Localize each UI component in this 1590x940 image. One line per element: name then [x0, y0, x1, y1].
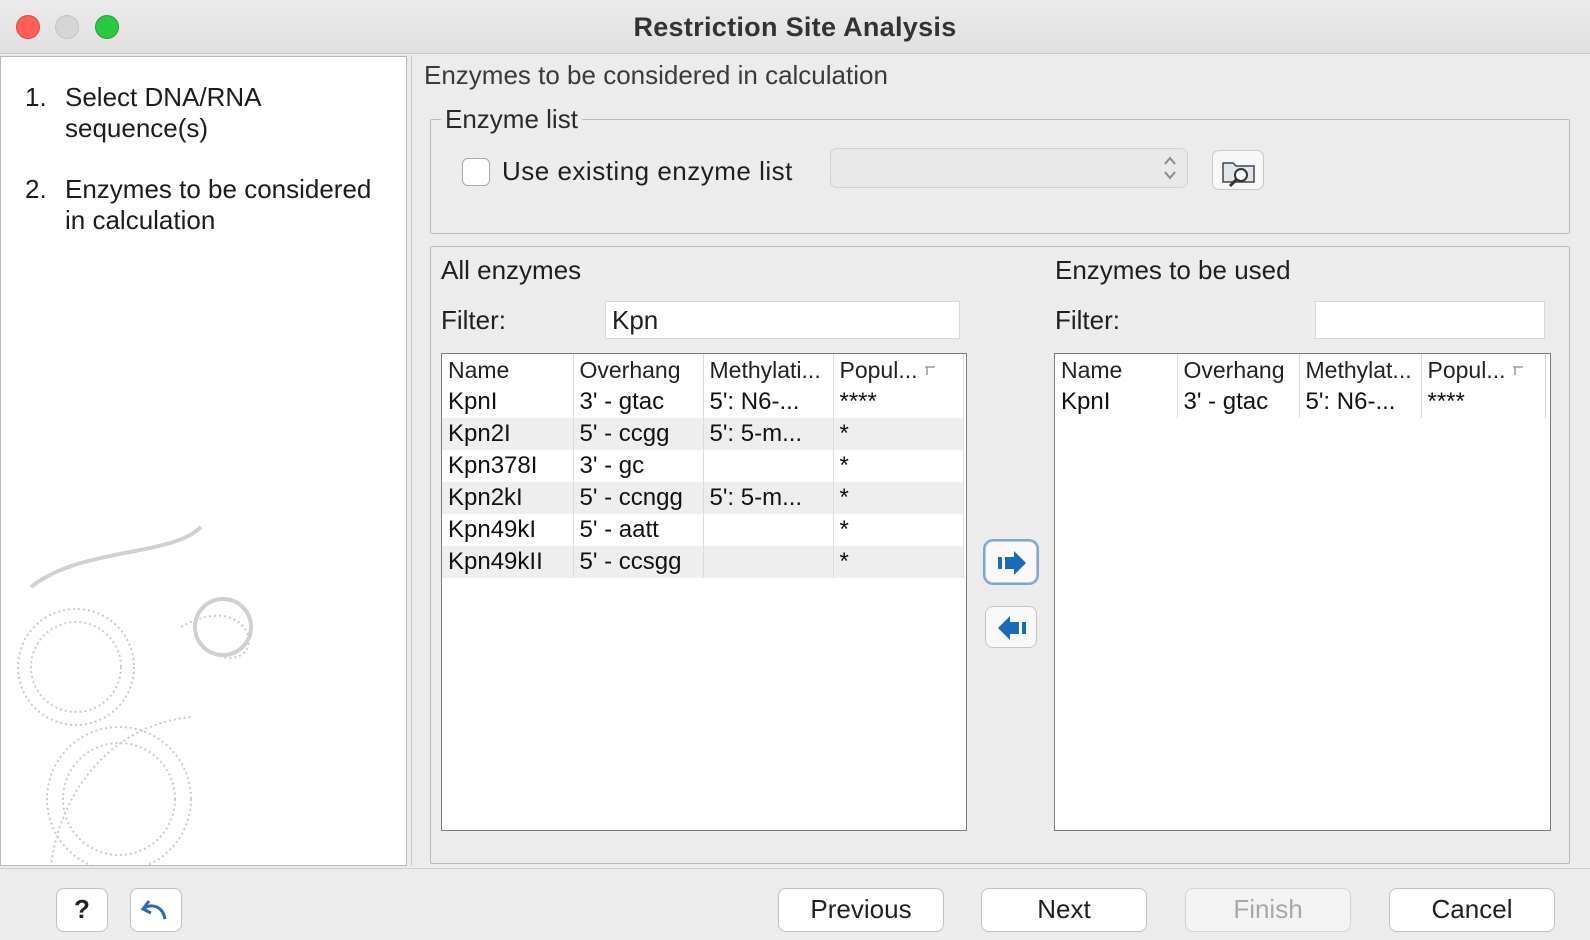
- table-row[interactable]: Kpn2kI 5' - ccngg 5': 5-m... *: [442, 482, 964, 514]
- table-header-row: Name Overhang Methylat... Popul...: [1055, 354, 1546, 386]
- column-header-methylation[interactable]: Methylati...: [703, 354, 834, 386]
- column-header-name[interactable]: Name: [1055, 354, 1178, 386]
- section-title: Enzymes to be considered in calculation: [424, 60, 888, 90]
- popularity-cell: ****: [1421, 386, 1546, 418]
- step-label: Select DNA/RNA sequence(s): [65, 82, 261, 143]
- enzymes-used-title: Enzymes to be used: [1055, 255, 1291, 285]
- table-header-row: Name Overhang Methylati... Popul...: [442, 354, 964, 386]
- help-button[interactable]: ?: [56, 888, 108, 932]
- maximize-window-button[interactable]: [95, 15, 119, 39]
- wizard-steps-panel: 1. Select DNA/RNA sequence(s) 2. Enzymes…: [0, 56, 407, 866]
- enzymes-used-filter-input[interactable]: [1315, 301, 1545, 339]
- enzyme-list-legend: Enzyme list: [445, 104, 578, 134]
- methylation-cell: 5': 5-m...: [703, 418, 834, 450]
- column-header-overhang[interactable]: Overhang: [573, 354, 704, 386]
- enzyme-name-cell: Kpn2kI: [442, 482, 574, 514]
- methylation-cell: [703, 514, 834, 546]
- footer-bar: ? Previous Next Finish Cancel: [0, 868, 1590, 940]
- step-label: Enzymes to be considered in calculation: [65, 174, 372, 235]
- title-bar: Restriction Site Analysis: [0, 0, 1590, 54]
- previous-button[interactable]: Previous: [778, 888, 944, 932]
- sort-descending-icon: [924, 366, 935, 376]
- popularity-cell: ****: [833, 386, 964, 418]
- next-button[interactable]: Next: [981, 888, 1147, 932]
- sort-descending-icon: [1512, 366, 1523, 376]
- all-enzymes-title: All enzymes: [441, 255, 582, 285]
- popularity-cell: *: [833, 514, 964, 546]
- wizard-step-1: 1. Select DNA/RNA sequence(s): [25, 82, 395, 144]
- add-enzyme-button[interactable]: [985, 541, 1037, 583]
- minimize-window-button[interactable]: [55, 15, 79, 39]
- enzyme-name-cell: Kpn49kI: [442, 514, 574, 546]
- enzyme-name-cell: KpnI: [442, 386, 574, 418]
- column-header-popularity-label: Popul...: [839, 356, 918, 383]
- overhang-cell: 5' - aatt: [573, 514, 704, 546]
- use-existing-list-checkbox[interactable]: [462, 158, 490, 186]
- finish-button[interactable]: Finish: [1185, 888, 1351, 932]
- overhang-cell: 5' - ccsgg: [573, 546, 704, 578]
- overhang-cell: 5' - ccngg: [573, 482, 704, 514]
- folder-search-icon: [1222, 162, 1255, 188]
- popularity-cell: *: [833, 450, 964, 482]
- enzymes-used-table[interactable]: Name Overhang Methylat... Popul... KpnI …: [1054, 353, 1551, 831]
- chevron-up-down-icon: [1164, 156, 1176, 180]
- column-header-popularity[interactable]: Popul...: [833, 354, 964, 386]
- table-row[interactable]: Kpn2I 5' - ccgg 5': 5-m... *: [442, 418, 964, 450]
- table-row[interactable]: Kpn49kII 5' - ccsgg *: [442, 546, 964, 578]
- step-number: 2.: [25, 174, 47, 204]
- dna-swirl-watermark-icon: [17, 525, 253, 865]
- undo-arrow-icon: [140, 900, 167, 920]
- overhang-cell: 3' - gc: [573, 450, 704, 482]
- column-header-popularity[interactable]: Popul...: [1421, 354, 1546, 386]
- methylation-cell: 5': N6-...: [1299, 386, 1422, 418]
- cancel-button[interactable]: Cancel: [1389, 888, 1555, 932]
- methylation-cell: 5': 5-m...: [703, 482, 834, 514]
- all-enzymes-filter-input[interactable]: [605, 301, 960, 339]
- arrow-left-icon: [998, 616, 1026, 640]
- methylation-cell: [703, 546, 834, 578]
- table-row[interactable]: Kpn49kI 5' - aatt *: [442, 514, 964, 546]
- overhang-cell: 3' - gtac: [573, 386, 704, 418]
- column-header-overhang[interactable]: Overhang: [1177, 354, 1300, 386]
- enzyme-name-cell: Kpn378I: [442, 450, 574, 482]
- use-existing-list-label[interactable]: Use existing enzyme list: [502, 156, 793, 187]
- enzyme-name-cell: KpnI: [1055, 386, 1178, 418]
- all-enzymes-filter-label: Filter:: [441, 305, 506, 335]
- enzymes-used-filter-label: Filter:: [1055, 305, 1120, 335]
- enzyme-list-select[interactable]: [830, 148, 1188, 188]
- methylation-cell: [703, 450, 834, 482]
- main-panel: Enzymes to be considered in calculation …: [411, 56, 1590, 866]
- enzyme-name-cell: Kpn2I: [442, 418, 574, 450]
- overhang-cell: 3' - gtac: [1177, 386, 1300, 418]
- enzyme-name-cell: Kpn49kII: [442, 546, 574, 578]
- overhang-cell: 5' - ccgg: [573, 418, 704, 450]
- table-row[interactable]: KpnI 3' - gtac 5': N6-... ****: [442, 386, 964, 418]
- table-row[interactable]: KpnI 3' - gtac 5': N6-... ****: [1055, 386, 1546, 418]
- popularity-cell: *: [833, 546, 964, 578]
- close-window-button[interactable]: [16, 15, 40, 39]
- table-row[interactable]: Kpn378I 3' - gc *: [442, 450, 964, 482]
- all-enzymes-table[interactable]: Name Overhang Methylati... Popul... KpnI…: [441, 353, 967, 831]
- column-header-name[interactable]: Name: [442, 354, 574, 386]
- browse-enzyme-list-button[interactable]: [1212, 150, 1264, 190]
- step-number: 1.: [25, 82, 47, 112]
- column-header-methylation[interactable]: Methylat...: [1299, 354, 1422, 386]
- column-header-popularity-label: Popul...: [1427, 356, 1506, 383]
- reset-button[interactable]: [130, 888, 182, 932]
- wizard-step-2: 2. Enzymes to be considered in calculati…: [25, 174, 395, 236]
- popularity-cell: *: [833, 418, 964, 450]
- window-title: Restriction Site Analysis: [633, 12, 957, 42]
- popularity-cell: *: [833, 482, 964, 514]
- remove-enzyme-button[interactable]: [985, 606, 1037, 648]
- methylation-cell: 5': N6-...: [703, 386, 834, 418]
- arrow-right-icon: [998, 551, 1026, 575]
